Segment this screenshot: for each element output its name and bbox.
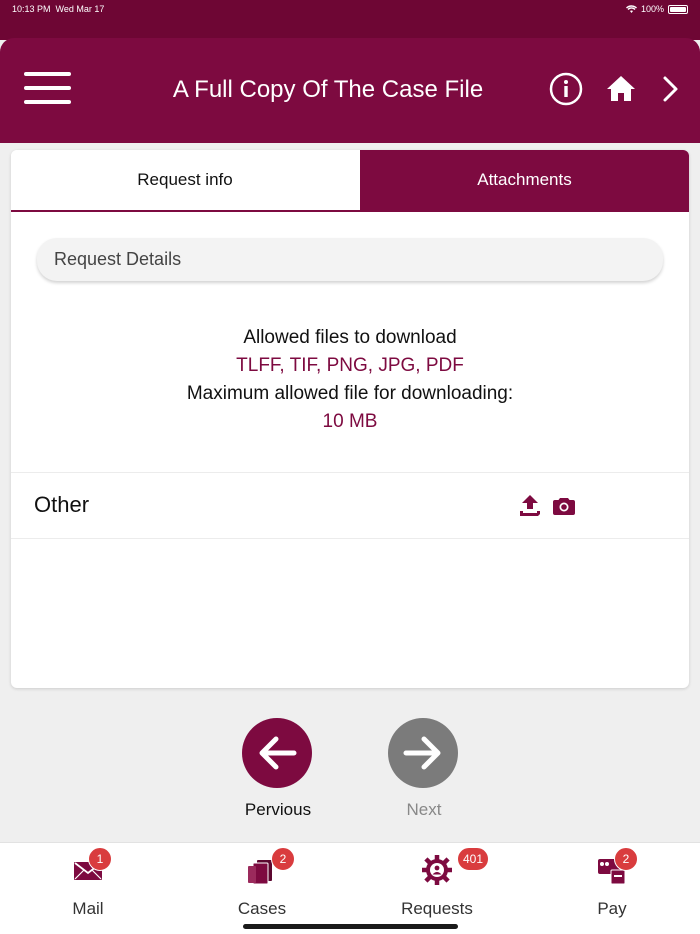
next-button[interactable] [388,718,458,788]
max-size-label: Maximum allowed file for downloading: [186,383,514,404]
mail-badge: 1 [88,847,112,871]
tabbar-label-pay: Pay [597,899,627,918]
bottom-tab-bar: 1 Mail 2 Cases 401 Requests 2 Pay [0,842,700,934]
previous-label[interactable]: Pervious [218,800,338,820]
arrow-right-icon [403,736,441,770]
tabbar-label-cases: Cases [237,899,287,918]
camera-icon[interactable] [552,494,576,518]
upload-icon[interactable] [518,494,542,518]
tabbar-label-mail: Mail [72,899,104,918]
pay-badge: 2 [614,847,638,871]
tab-attachments[interactable]: Attachments [360,150,689,210]
attachment-label-other: Other [34,492,90,517]
info-icon[interactable] [549,72,583,106]
status-bar: 10:13 PM Wed Mar 17 100% [0,0,700,40]
home-indicator [243,924,458,929]
app-header: A Full Copy Of The Case File [0,38,700,143]
status-time: 10:13 PM Wed Mar 17 [12,4,105,14]
tabbar-item-cases[interactable]: 2 Cases [202,843,322,934]
divider [11,538,689,539]
allowed-file-types: TLFF, TIF, PNG, JPG, PDF [236,355,464,376]
tabbar-item-pay[interactable]: 2 Pay [552,843,672,934]
battery-percent: 100% [640,4,664,14]
requests-icon [422,855,452,885]
menu-line [24,72,71,76]
cases-badge: 2 [271,847,295,871]
wifi-icon [625,4,637,13]
previous-button[interactable] [242,718,312,788]
battery-icon [668,4,688,14]
chevron-right-icon[interactable] [656,72,686,106]
tabbar-item-mail[interactable]: 1 Mail [28,843,148,934]
request-details-toggle[interactable]: Request Details [37,238,663,281]
requests-badge: 401 [457,847,490,871]
page-title: A Full Copy Of The Case File [172,76,484,103]
arrow-left-icon [259,736,297,770]
menu-line [24,86,71,90]
menu-line [24,100,71,104]
tab-bar: Request info Attachments [11,150,689,212]
request-details-label: Request Details [54,249,182,269]
tab-request-info[interactable]: Request info [11,150,359,210]
tabbar-item-requests[interactable]: 401 Requests [377,843,497,934]
menu-button[interactable] [24,72,71,104]
divider [11,472,689,473]
attachments-card: Request info Attachments Request Details… [11,150,689,688]
status-right: 100% [625,4,688,14]
file-rules: Allowed files to download TLFF, TIF, PNG… [11,324,689,436]
allowed-files-label: Allowed files to download [243,327,457,348]
next-label[interactable]: Next [364,800,484,820]
home-icon[interactable] [604,72,638,106]
tabbar-label-requests: Requests [401,899,473,918]
max-size-value: 10 MB [322,411,378,432]
